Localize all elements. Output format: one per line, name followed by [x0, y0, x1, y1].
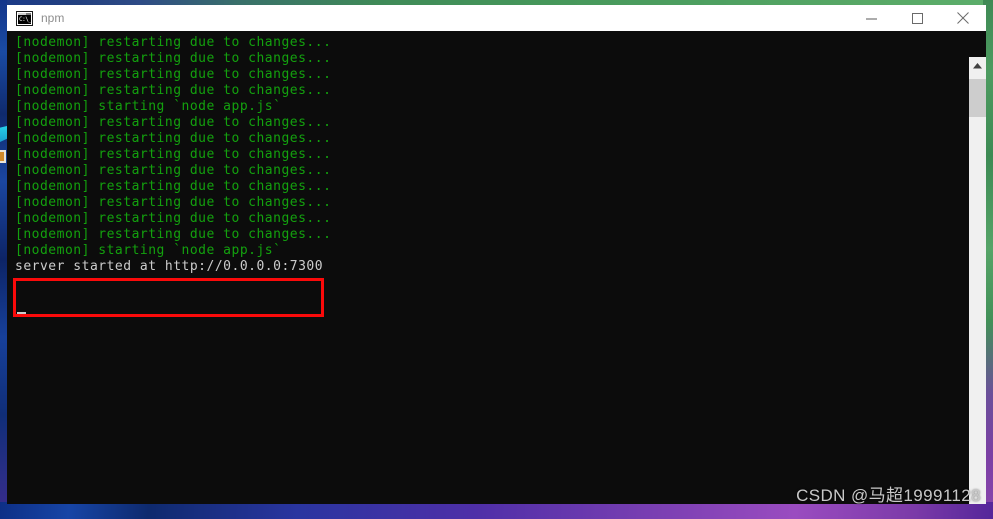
red-highlight-box	[13, 278, 324, 317]
cmd-console-icon: C:\_	[16, 10, 33, 26]
console-scrollbar[interactable]	[969, 57, 986, 504]
maximize-button[interactable]	[894, 5, 940, 31]
cmd-icon-glyph: C:\_	[18, 14, 32, 24]
window-controls	[848, 5, 986, 31]
npm-console-window: C:\_ npm [nodemon] restarting due to cha…	[7, 5, 986, 504]
console-line: [nodemon] restarting due to changes...	[15, 35, 332, 50]
console-line: [nodemon] restarting due to changes...	[15, 211, 332, 226]
wallpaper-left-band	[0, 0, 7, 519]
console-line: [nodemon] restarting due to changes...	[15, 147, 332, 162]
screen: C:\_ npm [nodemon] restarting due to cha…	[0, 0, 993, 519]
console-line: [nodemon] restarting due to changes...	[15, 115, 332, 130]
text-cursor	[17, 312, 26, 314]
console-line: server started at http://0.0.0.0:7300	[15, 259, 324, 274]
csdn-watermark: CSDN @马超19991128	[796, 486, 981, 505]
console-line: [nodemon] starting `node app.js`	[15, 243, 282, 258]
console-line: [nodemon] restarting due to changes...	[15, 195, 332, 210]
window-title: npm	[41, 11, 65, 25]
console-output-area[interactable]: [nodemon] restarting due to changes... [n…	[7, 31, 986, 504]
console-log-lines: [nodemon] restarting due to changes... [n…	[15, 35, 331, 275]
console-line: [nodemon] restarting due to changes...	[15, 227, 332, 242]
scrollbar-track[interactable]	[969, 117, 986, 504]
titlebar-left-group: C:\_ npm	[7, 10, 848, 26]
minimize-button[interactable]	[848, 5, 894, 31]
close-button[interactable]	[940, 5, 986, 31]
console-line: [nodemon] restarting due to changes...	[15, 163, 332, 178]
console-line: [nodemon] restarting due to changes...	[15, 179, 332, 194]
scroll-up-arrow-icon[interactable]	[969, 57, 986, 74]
console-line: [nodemon] restarting due to changes...	[15, 83, 332, 98]
console-line: [nodemon] restarting due to changes...	[15, 131, 332, 146]
scrollbar-thumb[interactable]	[969, 79, 986, 117]
console-line: [nodemon] starting `node app.js`	[15, 99, 282, 114]
console-line: [nodemon] restarting due to changes...	[15, 51, 332, 66]
desktop-icon-artifact[interactable]	[0, 126, 7, 172]
console-line: [nodemon] restarting due to changes...	[15, 67, 332, 82]
window-titlebar[interactable]: C:\_ npm	[7, 5, 986, 31]
